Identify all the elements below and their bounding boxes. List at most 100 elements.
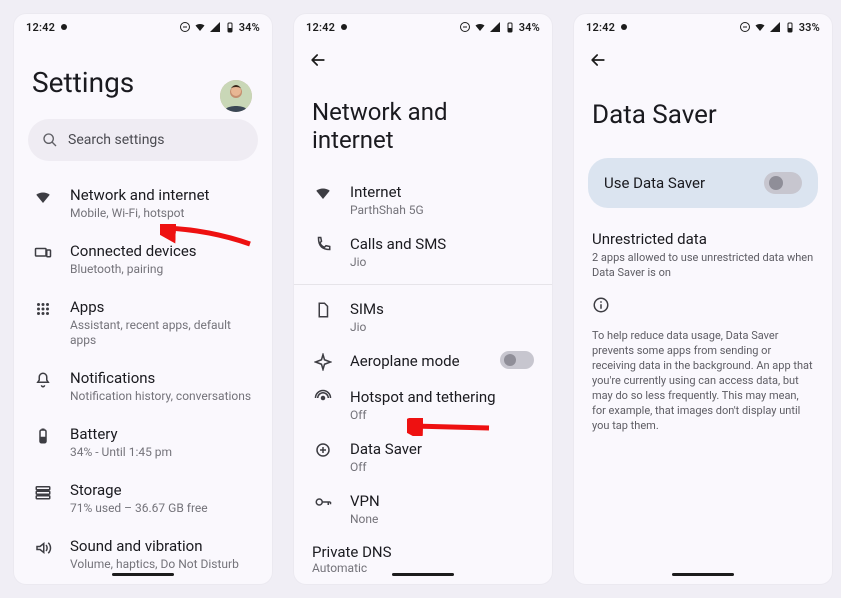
wifi-status-icon bbox=[474, 21, 486, 33]
item-title: Hotspot and tethering bbox=[350, 387, 534, 407]
nav-handle[interactable] bbox=[112, 573, 174, 576]
item-sub: 71% used – 36.67 GB free bbox=[70, 501, 254, 516]
status-bar: 12:42 33% bbox=[574, 14, 832, 36]
item-sub: Jio bbox=[350, 255, 534, 270]
battery-item-icon bbox=[32, 424, 54, 445]
wifi-status-icon bbox=[754, 21, 766, 33]
item-title: Storage bbox=[70, 480, 254, 500]
page-title: Network and internet bbox=[294, 74, 552, 174]
wifi-icon bbox=[312, 182, 334, 202]
item-title: Aeroplane mode bbox=[350, 351, 484, 371]
vpn-key-icon bbox=[312, 491, 334, 511]
info-icon bbox=[574, 288, 832, 326]
item-title: SIMs bbox=[350, 299, 534, 319]
airplane-icon bbox=[312, 351, 334, 371]
battery-percent: 33% bbox=[799, 21, 820, 34]
item-private-dns[interactable]: Private DNS bbox=[294, 535, 552, 561]
item-apps[interactable]: Apps Assistant, recent apps, default app… bbox=[14, 287, 272, 358]
back-button[interactable] bbox=[588, 50, 608, 70]
search-icon bbox=[42, 132, 58, 148]
item-title: Connected devices bbox=[70, 241, 254, 261]
screen-network: 12:42 34% Network and internet Internet bbox=[294, 14, 552, 584]
unrestricted-sub: 2 apps allowed to use unrestricted data … bbox=[574, 250, 832, 288]
item-storage[interactable]: Storage 71% used – 36.67 GB free bbox=[14, 470, 272, 526]
back-button[interactable] bbox=[308, 50, 328, 70]
item-sub: Off bbox=[350, 408, 534, 423]
dnd-alarm-icon bbox=[739, 21, 751, 33]
settings-list: Network and internet Mobile, Wi-Fi, hots… bbox=[14, 175, 272, 584]
item-aeroplane[interactable]: Aeroplane mode bbox=[294, 343, 552, 379]
item-calls-sms[interactable]: Calls and SMS Jio bbox=[294, 226, 552, 278]
battery-percent: 34% bbox=[519, 21, 540, 34]
nav-handle[interactable] bbox=[672, 573, 734, 576]
wifi-icon bbox=[32, 185, 54, 206]
aeroplane-toggle[interactable] bbox=[500, 351, 534, 369]
signal-icon bbox=[209, 21, 221, 33]
network-list: Internet ParthShah 5G Calls and SMS Jio … bbox=[294, 174, 552, 584]
battery-icon bbox=[504, 21, 516, 33]
item-title: Notifications bbox=[70, 368, 254, 388]
item-title: Sound and vibration bbox=[70, 536, 254, 556]
battery-icon bbox=[784, 21, 796, 33]
signal-icon bbox=[489, 21, 501, 33]
status-time: 12:42 bbox=[586, 21, 615, 34]
data-saver-toggle[interactable] bbox=[764, 172, 802, 194]
item-battery[interactable]: Battery 34% - Until 1:45 pm bbox=[14, 414, 272, 470]
item-hotspot[interactable]: Hotspot and tethering Off bbox=[294, 379, 552, 431]
item-notifications[interactable]: Notifications Notification history, conv… bbox=[14, 358, 272, 414]
item-vpn[interactable]: VPN None bbox=[294, 483, 552, 535]
item-data-saver[interactable]: Data Saver Off bbox=[294, 431, 552, 483]
item-sub: Bluetooth, pairing bbox=[70, 262, 254, 277]
item-title: Calls and SMS bbox=[350, 234, 534, 254]
data-saver-card[interactable]: Use Data Saver bbox=[588, 158, 818, 208]
unrestricted-title[interactable]: Unrestricted data bbox=[574, 224, 832, 250]
chat-notification-icon bbox=[341, 24, 347, 30]
screen-data-saver: 12:42 33% Data Saver Use Data Saver Unre… bbox=[574, 14, 832, 584]
item-connected-devices[interactable]: Connected devices Bluetooth, pairing bbox=[14, 231, 272, 287]
hotspot-icon bbox=[312, 387, 334, 407]
volume-icon bbox=[32, 536, 54, 557]
wifi-status-icon bbox=[194, 21, 206, 33]
item-adaptive[interactable]: Adaptive connectivity bbox=[294, 583, 552, 584]
status-time: 12:42 bbox=[306, 21, 335, 34]
item-network[interactable]: Network and internet Mobile, Wi-Fi, hots… bbox=[14, 175, 272, 231]
battery-icon bbox=[224, 21, 236, 33]
item-title: Network and internet bbox=[70, 185, 254, 205]
nav-handle[interactable] bbox=[392, 573, 454, 576]
item-internet[interactable]: Internet ParthShah 5G bbox=[294, 174, 552, 226]
devices-icon bbox=[32, 241, 54, 262]
divider bbox=[294, 284, 552, 285]
item-sub: Jio bbox=[350, 320, 534, 335]
status-bar: 12:42 34% bbox=[14, 14, 272, 36]
chat-notification-icon bbox=[621, 24, 627, 30]
item-sims[interactable]: SIMs Jio bbox=[294, 291, 552, 343]
item-sub: Assistant, recent apps, default apps bbox=[70, 318, 254, 348]
screen-settings: 12:42 34% Settings Search settings bbox=[14, 14, 272, 584]
item-sub: Off bbox=[350, 460, 534, 475]
storage-icon bbox=[32, 480, 54, 501]
card-label: Use Data Saver bbox=[604, 174, 705, 192]
signal-icon bbox=[769, 21, 781, 33]
item-sub: 34% - Until 1:45 pm bbox=[70, 445, 254, 460]
item-sub: None bbox=[350, 512, 534, 527]
search-placeholder: Search settings bbox=[68, 132, 165, 148]
item-title: Battery bbox=[70, 424, 254, 444]
item-title: Apps bbox=[70, 297, 254, 317]
profile-avatar[interactable] bbox=[220, 80, 252, 112]
page-title: Data Saver bbox=[574, 74, 832, 150]
item-title: Data Saver bbox=[350, 439, 534, 459]
item-title: VPN bbox=[350, 491, 534, 511]
apps-icon bbox=[32, 297, 54, 318]
status-time: 12:42 bbox=[26, 21, 55, 34]
sim-icon bbox=[312, 299, 334, 319]
search-settings[interactable]: Search settings bbox=[28, 119, 258, 161]
item-title: Internet bbox=[350, 182, 534, 202]
dnd-alarm-icon bbox=[459, 21, 471, 33]
item-sub: Notification history, conversations bbox=[70, 389, 254, 404]
item-sub: Mobile, Wi-Fi, hotspot bbox=[70, 206, 254, 221]
phone-sms-icon bbox=[312, 234, 334, 254]
info-text: To help reduce data usage, Data Saver pr… bbox=[574, 326, 832, 435]
chat-notification-icon bbox=[61, 24, 67, 30]
bell-icon bbox=[32, 368, 54, 389]
dnd-alarm-icon bbox=[179, 21, 191, 33]
